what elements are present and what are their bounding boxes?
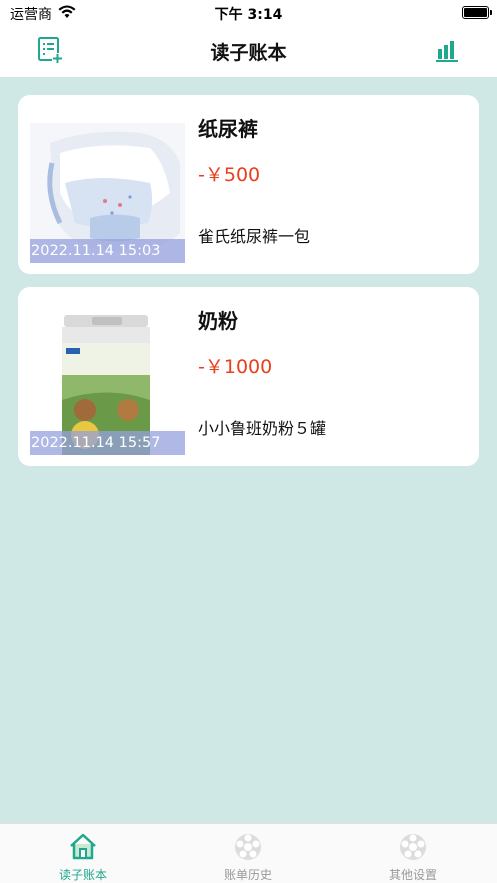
list-item[interactable]: 2022.11.14 15:57 奶粉 -￥1000 小小鲁班奶粉５罐 (18, 287, 479, 466)
record-timestamp: 2022.11.14 15:03 (30, 239, 185, 263)
tab-history[interactable]: 账单历史 (165, 824, 331, 883)
record-list: 2022.11.14 15:03 纸尿裤 -￥500 雀氏纸尿裤一包 2022.… (0, 77, 497, 823)
record-note: 小小鲁班奶粉５罐 (198, 419, 327, 438)
settings-icon (400, 834, 426, 860)
tab-home[interactable]: 读子账本 (0, 824, 166, 883)
status-bar: 运营商 下午 3:14 (0, 0, 497, 26)
history-icon (235, 834, 261, 860)
milk-powder-image: 2022.11.14 15:57 (30, 315, 185, 455)
record-timestamp: 2022.11.14 15:57 (30, 431, 185, 455)
tab-label: 账单历史 (223, 868, 272, 882)
battery-icon (462, 6, 492, 19)
tab-settings[interactable]: 其他设置 (330, 824, 496, 883)
record-title: 纸尿裤 (198, 117, 258, 141)
diaper-image: 2022.11.14 15:03 (30, 123, 185, 263)
tab-label: 读子账本 (58, 868, 107, 882)
tab-label: 其他设置 (388, 868, 437, 882)
clock: 下午 3:14 (214, 7, 283, 23)
list-item[interactable]: 2022.11.14 15:03 纸尿裤 -￥500 雀氏纸尿裤一包 (18, 95, 479, 274)
page-title: 读子账本 (210, 42, 287, 64)
home-icon (70, 833, 96, 860)
nav-bar: 读子账本 (0, 26, 497, 77)
tab-bar: 读子账本 账单历史 其他设置 (0, 823, 497, 883)
record-note: 雀氏纸尿裤一包 (198, 227, 311, 246)
bar-chart-icon[interactable] (435, 38, 459, 62)
record-amount: -￥500 (198, 164, 261, 186)
record-amount: -￥1000 (198, 356, 273, 378)
record-title: 奶粉 (198, 309, 238, 333)
